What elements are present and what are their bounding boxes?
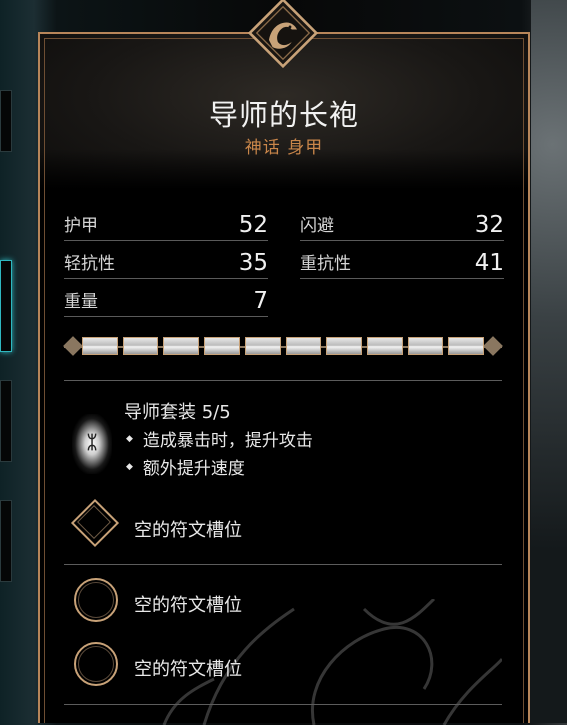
side-tab[interactable] [0,380,12,462]
background-scenery [531,0,567,723]
stat-heavy-resistance: 重抗性 41 [300,244,504,279]
stat-label: 闪避 [300,216,334,236]
stat-label: 护甲 [64,216,98,236]
raven-emblem-icon [248,0,318,68]
set-bonus-bullet: 造成暴击时，提升攻击 [126,426,313,451]
stat-value: 52 [238,212,268,238]
stat-value: 35 [238,250,268,276]
upgrade-segment [82,337,118,355]
upgrade-segment [366,337,403,355]
stat-evasion: 闪避 32 [300,206,504,241]
rune-slot-label: 空的符文槽位 [134,659,242,680]
side-tab-active[interactable] [0,260,12,352]
item-tooltip-panel: 导师的长袍 神话 身甲 护甲 52 闪避 32 轻抗性 35 重抗性 41 重量… [38,32,530,725]
upgrade-segment [163,337,200,355]
stat-label: 重量 [64,292,98,312]
set-bonus-bullet: 额外提升速度 [126,454,245,479]
rune-slot[interactable]: 空的符文槽位 [64,638,502,694]
stat-label: 轻抗性 [64,254,115,274]
divider [64,564,502,565]
stat-weight: 重量 7 [64,282,268,317]
upgrade-segment [326,337,362,355]
circle-slot-inner-icon [78,582,114,618]
divider [64,380,502,381]
rune-slot-label: 空的符文槽位 [134,595,242,616]
rune-slot[interactable]: 空的符文槽位 [64,498,502,555]
stat-light-resistance: 轻抗性 35 [64,244,268,279]
rune-slot-label: 空的符文槽位 [134,520,242,541]
divider [64,704,502,705]
upgrade-segment [244,337,281,355]
upgrade-segment [204,337,240,355]
upgrade-segments [82,337,485,357]
stat-value: 32 [474,212,504,238]
upgrade-level-bar [63,332,503,362]
circle-slot-inner-icon [78,646,114,682]
stat-value: 7 [253,288,268,314]
set-bonus-title: 导师套装 5/5 [124,402,231,423]
upgrade-segment [122,337,159,355]
upgrade-bar-right-tip-icon [483,336,503,356]
stat-armor: 护甲 52 [64,206,268,241]
item-name: 导师的长袍 [208,98,359,132]
stat-label: 重抗性 [300,254,351,274]
set-bonus-rune-icon: ᛯ [72,414,112,474]
stat-value: 41 [474,250,504,276]
side-tab[interactable] [0,500,12,582]
upgrade-segment [448,337,485,355]
upgrade-segment [407,337,444,355]
upgrade-bar-left-tip-icon [63,336,83,356]
set-bonus-glyph: ᛯ [86,432,98,453]
rune-slot[interactable]: 空的符文槽位 [64,574,502,630]
side-tab-strip [0,90,14,723]
side-tab[interactable] [0,90,12,152]
item-rarity-type: 神话 身甲 [244,138,324,158]
upgrade-segment [285,337,322,355]
